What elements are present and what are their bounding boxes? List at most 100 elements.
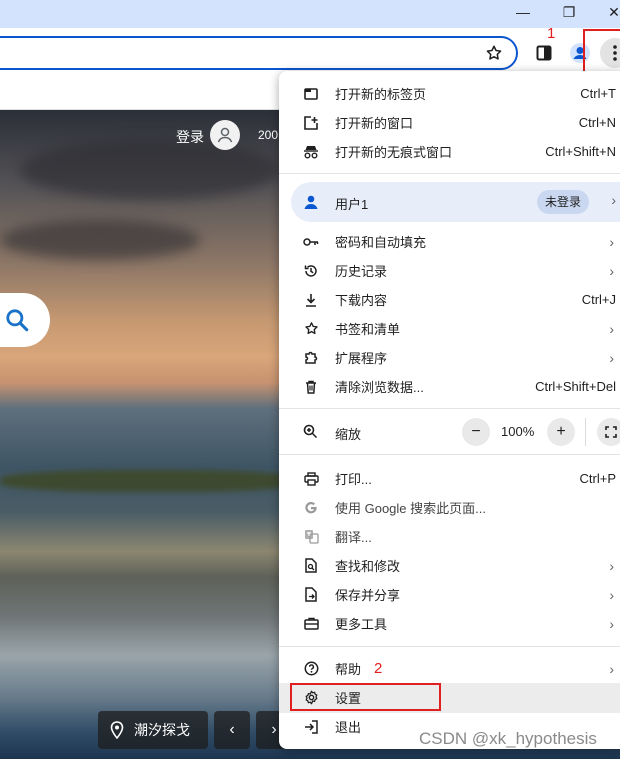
chevron-right-icon: › <box>609 349 614 366</box>
menu-item-label: 清除浏览数据... <box>335 380 424 395</box>
restore-button[interactable]: ❐ <box>549 2 589 22</box>
address-bar[interactable] <box>0 36 518 70</box>
menu-item-label: 退出 <box>335 720 362 735</box>
step-1-marker: 1 <box>547 25 556 42</box>
zoom-icon <box>303 424 318 439</box>
menu-item-new-window[interactable]: 打开新的窗口 Ctrl+N <box>279 108 620 137</box>
menu-item-label: 查找和修改 <box>335 559 401 574</box>
chevron-right-icon: › <box>609 557 614 574</box>
menu-item-label: 使用 Google 搜索此页面... <box>335 501 486 516</box>
help-icon <box>303 661 319 677</box>
location-pin-icon <box>110 721 124 739</box>
chevron-right-icon: › <box>609 586 614 603</box>
toolbox-icon <box>303 616 319 632</box>
profile-name: 用户1 <box>335 197 369 212</box>
chevron-right-icon: › <box>609 320 614 337</box>
new-window-icon <box>303 115 319 131</box>
prev-photo-button[interactable]: ‹ <box>214 711 250 749</box>
chevron-right-icon: › <box>611 192 616 208</box>
menu-item-label: 书签和清单 <box>335 322 401 337</box>
menu-item-more-tools[interactable]: 更多工具 › <box>279 609 620 638</box>
menu-item-search-google[interactable]: 使用 Google 搜索此页面... <box>279 493 620 522</box>
key-icon <box>303 234 319 250</box>
menu-item-label: 翻译... <box>335 530 372 545</box>
zoom-divider <box>585 418 586 446</box>
menu-item-label: 保存并分享 <box>335 588 401 603</box>
puzzle-icon <box>303 350 319 366</box>
zoom-in-button[interactable]: + <box>547 418 575 446</box>
zoom-out-button[interactable]: − <box>462 418 490 446</box>
new-tab-icon <box>303 86 319 102</box>
person-icon <box>303 194 319 210</box>
menu-separator <box>279 173 620 174</box>
step-2-marker: 2 <box>374 660 383 677</box>
chevron-right-icon: › <box>609 262 614 279</box>
signin-link[interactable]: 登录 <box>176 127 204 147</box>
menu-item-shortcut: Ctrl+J <box>581 292 616 307</box>
menu-item-shortcut: Ctrl+P <box>579 471 616 486</box>
window-title-bar: — ❐ ✕ <box>0 0 620 28</box>
menu-item-label: 打开新的标签页 <box>335 87 427 102</box>
person-icon <box>217 127 233 143</box>
print-icon <box>303 471 319 487</box>
chevron-right-icon: › <box>609 615 614 632</box>
menu-item-label: 打开新的无痕式窗口 <box>335 145 453 160</box>
signin-avatar[interactable] <box>210 120 240 150</box>
menu-item-history[interactable]: 历史记录 › <box>279 256 620 285</box>
menu-item-label: 打印... <box>335 472 372 487</box>
menu-item-profile[interactable]: 用户1 未登录 › <box>291 182 620 222</box>
history-icon <box>303 263 319 279</box>
close-button[interactable]: ✕ <box>594 2 620 22</box>
menu-item-label: 帮助 <box>335 662 362 677</box>
menu-item-passwords[interactable]: 密码和自动填充 › <box>279 227 620 256</box>
menu-item-translate[interactable]: 翻译... <box>279 522 620 551</box>
chevron-right-icon: › <box>609 233 614 250</box>
fullscreen-button[interactable] <box>597 418 620 446</box>
menu-separator <box>279 646 620 647</box>
cloud-shape <box>0 220 200 260</box>
menu-item-incognito[interactable]: 打开新的无痕式窗口 Ctrl+Shift+N <box>279 137 620 166</box>
zoom-value: 100% <box>501 424 535 439</box>
find-icon <box>303 558 319 574</box>
menu-item-find-edit[interactable]: 查找和修改 › <box>279 551 620 580</box>
incognito-icon <box>303 144 319 160</box>
side-panel-icon[interactable] <box>530 39 558 67</box>
zoom-label: 缩放 <box>335 427 362 442</box>
menu-item-label: 打开新的窗口 <box>335 116 414 131</box>
photo-location-button[interactable]: 潮汐探戈 <box>98 711 208 749</box>
menu-item-label: 密码和自动填充 <box>335 235 427 250</box>
menu-item-bookmarks[interactable]: 书签和清单 › <box>279 314 620 343</box>
menu-separator <box>279 408 620 409</box>
star-icon <box>303 321 319 337</box>
exit-icon <box>303 719 319 735</box>
menu-item-extensions[interactable]: 扩展程序 › <box>279 343 620 372</box>
menu-item-help[interactable]: 帮助 › <box>279 654 620 683</box>
menu-item-shortcut: Ctrl+Shift+N <box>545 144 616 159</box>
menu-item-downloads[interactable]: 下载内容 Ctrl+J <box>279 285 620 314</box>
watermark-text: CSDN @xk_hypothesis <box>419 729 597 748</box>
fullscreen-icon <box>605 426 617 438</box>
minimize-button[interactable]: — <box>503 2 543 22</box>
menu-item-label: 历史记录 <box>335 264 388 279</box>
cloud-shape <box>20 140 280 200</box>
menu-item-shortcut: Ctrl+Shift+Del <box>535 379 616 394</box>
menu-item-shortcut: Ctrl+N <box>578 115 616 130</box>
menu-button-highlight <box>583 29 620 75</box>
menu-item-label: 下载内容 <box>335 293 388 308</box>
menu-item-shortcut: Ctrl+T <box>580 86 616 101</box>
menu-item-clear-data[interactable]: 清除浏览数据... Ctrl+Shift+Del <box>279 372 620 401</box>
menu-item-print[interactable]: 打印... Ctrl+P <box>279 464 620 493</box>
menu-item-label: 更多工具 <box>335 617 388 632</box>
settings-highlight-box <box>290 683 441 711</box>
menu-separator <box>279 454 620 455</box>
google-icon <box>303 500 319 516</box>
trash-icon <box>303 379 319 395</box>
bookmark-star-icon[interactable] <box>480 39 508 67</box>
translate-icon <box>303 529 319 545</box>
search-box[interactable] <box>0 293 50 347</box>
menu-zoom-row: 缩放 − 100% + <box>279 416 620 448</box>
location-label: 潮汐探戈 <box>134 722 190 738</box>
menu-item-save-share[interactable]: 保存并分享 › <box>279 580 620 609</box>
menu-item-new-tab[interactable]: 打开新的标签页 Ctrl+T <box>279 79 620 108</box>
signin-status-badge: 未登录 <box>537 190 590 214</box>
